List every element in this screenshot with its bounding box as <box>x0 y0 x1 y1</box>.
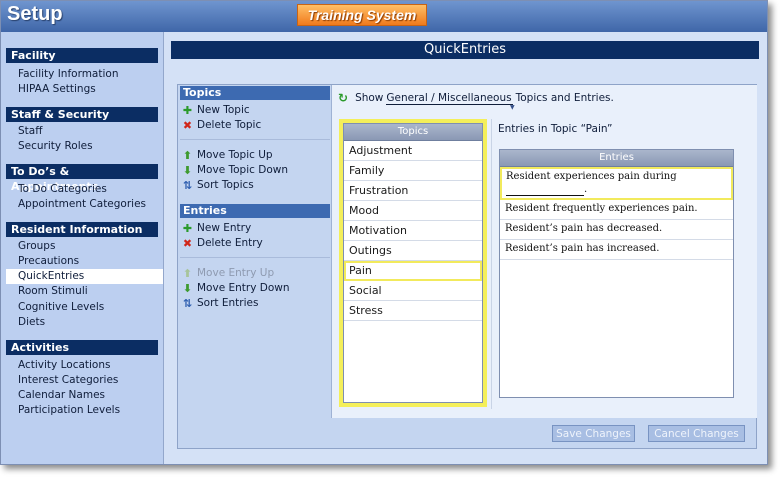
move-entry-up-label: Move Entry Up <box>197 267 275 279</box>
topic-item[interactable]: Adjustment <box>344 141 482 161</box>
move-entry-down-button[interactable]: ⬇ Move Entry Down <box>182 281 290 296</box>
sidebar-section-todos-appointments: To Do’s & Appointments <box>6 164 158 193</box>
delete-icon: ✖ <box>182 119 193 132</box>
quickentries-panel: Topics ✚ New Topic ✖ Delete Topic ⬆ Move… <box>177 84 757 449</box>
workspace: ↻ Show General / Miscellaneous ▼ Topics … <box>331 85 757 418</box>
delete-icon: ✖ <box>182 237 193 250</box>
category-select-value: General / Miscellaneous <box>386 91 512 104</box>
move-topic-down-button[interactable]: ⬇ Move Topic Down <box>182 163 288 178</box>
sort-topics-button[interactable]: ⇅ Sort Topics <box>182 178 254 193</box>
sidebar-section-facility: Facility <box>6 48 158 63</box>
filter-suffix: Topics and Entries. <box>515 92 614 104</box>
sidebar-item-calendar-names[interactable]: Calendar Names <box>18 388 105 403</box>
topics-actions-header: Topics <box>180 86 330 100</box>
sidebar-item-facility-information[interactable]: Facility Information <box>18 67 118 82</box>
new-topic-button[interactable]: ✚ New Topic <box>182 103 250 118</box>
divider <box>180 257 330 258</box>
move-topic-up-label: Move Topic Up <box>197 149 273 161</box>
sidebar-item-cognitive-levels[interactable]: Cognitive Levels <box>18 300 104 315</box>
topics-list-highlight: Topics Adjustment Family Frustration Moo… <box>339 119 487 407</box>
topic-item[interactable]: Outings <box>344 241 482 261</box>
arrow-down-icon: ⬇ <box>182 164 193 177</box>
sort-entries-label: Sort Entries <box>197 297 259 309</box>
topic-item[interactable]: Motivation <box>344 221 482 241</box>
entry-text: Resident experiences pain during <box>506 171 677 182</box>
sidebar: Facility Facility Information HIPAA Sett… <box>1 32 164 464</box>
delete-topic-button[interactable]: ✖ Delete Topic <box>182 118 261 133</box>
new-entry-label: New Entry <box>197 222 252 234</box>
topic-item[interactable]: Mood <box>344 201 482 221</box>
new-topic-label: New Topic <box>197 104 250 116</box>
sort-topics-label: Sort Topics <box>197 179 254 191</box>
filter-prefix: Show <box>355 92 384 104</box>
move-entry-up-button[interactable]: ⬆ Move Entry Up <box>182 266 274 281</box>
sidebar-item-to-do-categories[interactable]: To Do Categories <box>18 182 107 197</box>
entries-list: Entries Resident experiences pain during… <box>499 149 734 398</box>
entry-item[interactable]: Resident frequently experiences pain. <box>500 200 733 220</box>
entries-area: Entries in Topic “Pain” Entries Resident… <box>491 119 758 409</box>
sort-entries-button[interactable]: ⇅ Sort Entries <box>182 296 259 311</box>
page-title: QuickEntries <box>171 41 759 59</box>
topic-item[interactable]: Family <box>344 161 482 181</box>
move-topic-down-label: Move Topic Down <box>197 164 288 176</box>
topic-filter-row: ↻ Show General / Miscellaneous ▼ Topics … <box>338 91 614 111</box>
topic-item[interactable]: Stress <box>344 301 482 321</box>
delete-entry-button[interactable]: ✖ Delete Entry <box>182 236 263 251</box>
sidebar-item-appointment-categories[interactable]: Appointment Categories <box>18 197 146 212</box>
entries-actions-header: Entries <box>180 204 330 218</box>
sidebar-item-activity-locations[interactable]: Activity Locations <box>18 358 111 373</box>
sort-icon: ⇅ <box>182 179 193 192</box>
category-select[interactable]: General / Miscellaneous ▼ <box>386 91 515 111</box>
delete-entry-label: Delete Entry <box>197 237 263 249</box>
brand-logo: Training System <box>297 4 427 26</box>
sidebar-section-resident-information: Resident Information <box>6 222 158 237</box>
arrow-up-icon: ⬆ <box>182 149 193 162</box>
sidebar-item-groups[interactable]: Groups <box>18 239 55 254</box>
title-bar: Setup Training System <box>1 1 767 32</box>
topic-item[interactable]: Social <box>344 281 482 301</box>
save-changes-button[interactable]: Save Changes <box>552 425 635 442</box>
entry-item[interactable]: Resident’s pain has increased. <box>500 240 733 260</box>
cancel-changes-button[interactable]: Cancel Changes <box>648 425 745 442</box>
sidebar-item-participation-levels[interactable]: Participation Levels <box>18 403 120 418</box>
refresh-icon[interactable]: ↻ <box>338 91 348 105</box>
sidebar-item-quickentries[interactable]: QuickEntries <box>6 269 164 284</box>
delete-topic-label: Delete Topic <box>197 119 262 131</box>
sort-icon: ⇅ <box>182 297 193 310</box>
plus-icon: ✚ <box>182 222 193 235</box>
sidebar-section-staff-security: Staff & Security <box>6 107 158 122</box>
arrow-down-icon: ⬇ <box>182 282 193 295</box>
entries-caption: Entries in Topic “Pain” <box>498 123 613 135</box>
move-topic-up-button[interactable]: ⬆ Move Topic Up <box>182 148 273 163</box>
entries-list-header: Entries <box>500 150 733 167</box>
topics-list: Topics Adjustment Family Frustration Moo… <box>343 123 483 403</box>
main-content: QuickEntries Topics ✚ New Topic ✖ Delete… <box>163 32 767 464</box>
sidebar-item-room-stimuli[interactable]: Room Stimuli <box>18 284 88 299</box>
plus-icon: ✚ <box>182 104 193 117</box>
topic-item-selected[interactable]: Pain <box>344 261 482 281</box>
sidebar-item-precautions[interactable]: Precautions <box>18 254 79 269</box>
actions-pane: Topics ✚ New Topic ✖ Delete Topic ⬆ Move… <box>178 85 331 448</box>
sidebar-item-hipaa-settings[interactable]: HIPAA Settings <box>18 82 96 97</box>
topics-list-header: Topics <box>344 124 482 141</box>
app-window: Setup Training System Facility Facility … <box>0 0 768 465</box>
sidebar-section-activities: Activities <box>6 340 158 355</box>
entry-blank <box>506 185 584 196</box>
divider <box>180 139 330 140</box>
entry-item-selected[interactable]: Resident experiences pain during . <box>500 167 733 200</box>
arrow-up-icon: ⬆ <box>182 267 193 280</box>
sidebar-item-interest-categories[interactable]: Interest Categories <box>18 373 118 388</box>
chevron-down-icon: ▼ <box>510 103 515 111</box>
entry-item[interactable]: Resident’s pain has decreased. <box>500 220 733 240</box>
app-title: Setup <box>7 3 63 25</box>
sidebar-item-diets[interactable]: Diets <box>18 315 45 330</box>
sidebar-item-staff[interactable]: Staff <box>18 124 42 139</box>
sidebar-item-security-roles[interactable]: Security Roles <box>18 139 93 154</box>
move-entry-down-label: Move Entry Down <box>197 282 290 294</box>
topic-item[interactable]: Frustration <box>344 181 482 201</box>
new-entry-button[interactable]: ✚ New Entry <box>182 221 251 236</box>
